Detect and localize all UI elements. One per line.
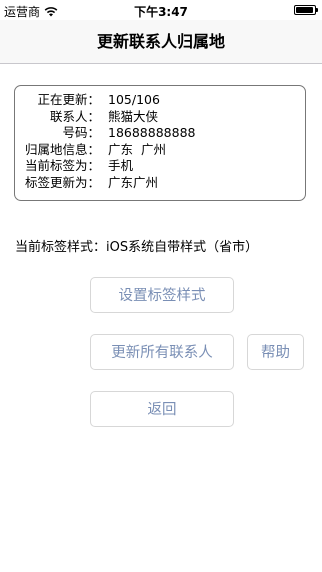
new-tag-value: 广东广州: [108, 174, 159, 190]
contact-label: 联系人：: [49, 108, 100, 124]
progress-value: 105/106: [108, 92, 160, 107]
info-row-contact: 联系人： 熊猫大侠: [15, 109, 305, 126]
page-title: 更新联系人归属地: [96, 32, 225, 51]
info-row-current-tag: 当前标签为： 手机: [15, 158, 305, 175]
current-tag-label: 当前标签为：: [24, 158, 100, 173]
update-all-contacts-button[interactable]: 更新所有联系人: [90, 334, 234, 370]
navigation-bar: 更新联系人归属地: [0, 20, 322, 64]
set-label-style-button[interactable]: 设置标签样式: [90, 277, 234, 313]
current-label-style: 当前标签样式：iOS系统自带样式（省市）: [15, 240, 259, 255]
back-button[interactable]: 返回: [90, 391, 234, 427]
info-row-number: 号码： 18688888888: [15, 125, 305, 142]
number-value: 18688888888: [108, 125, 196, 140]
help-button[interactable]: 帮助: [247, 334, 304, 370]
info-row-location: 归属地信息： 广东 广州: [15, 142, 305, 159]
status-bar: 运营商 下午3:47: [0, 0, 322, 20]
contact-value: 熊猫大侠: [108, 108, 159, 124]
info-row-new-tag: 标签更新为： 广东广州: [15, 175, 305, 192]
info-row-progress: 正在更新： 105/106: [15, 92, 305, 109]
location-label: 归属地信息：: [24, 141, 100, 157]
update-info-box: 正在更新： 105/106 联系人： 熊猫大侠 号码： 18688888888 …: [14, 85, 306, 201]
location-value: 广东 广州: [108, 141, 166, 157]
status-time: 下午3:47: [134, 5, 188, 19]
number-label: 号码：: [62, 125, 100, 140]
current-tag-value: 手机: [108, 158, 134, 173]
progress-label: 正在更新：: [37, 92, 100, 107]
new-tag-label: 标签更新为：: [24, 174, 100, 190]
battery-fill: [296, 7, 314, 13]
battery-icon: [294, 5, 318, 15]
